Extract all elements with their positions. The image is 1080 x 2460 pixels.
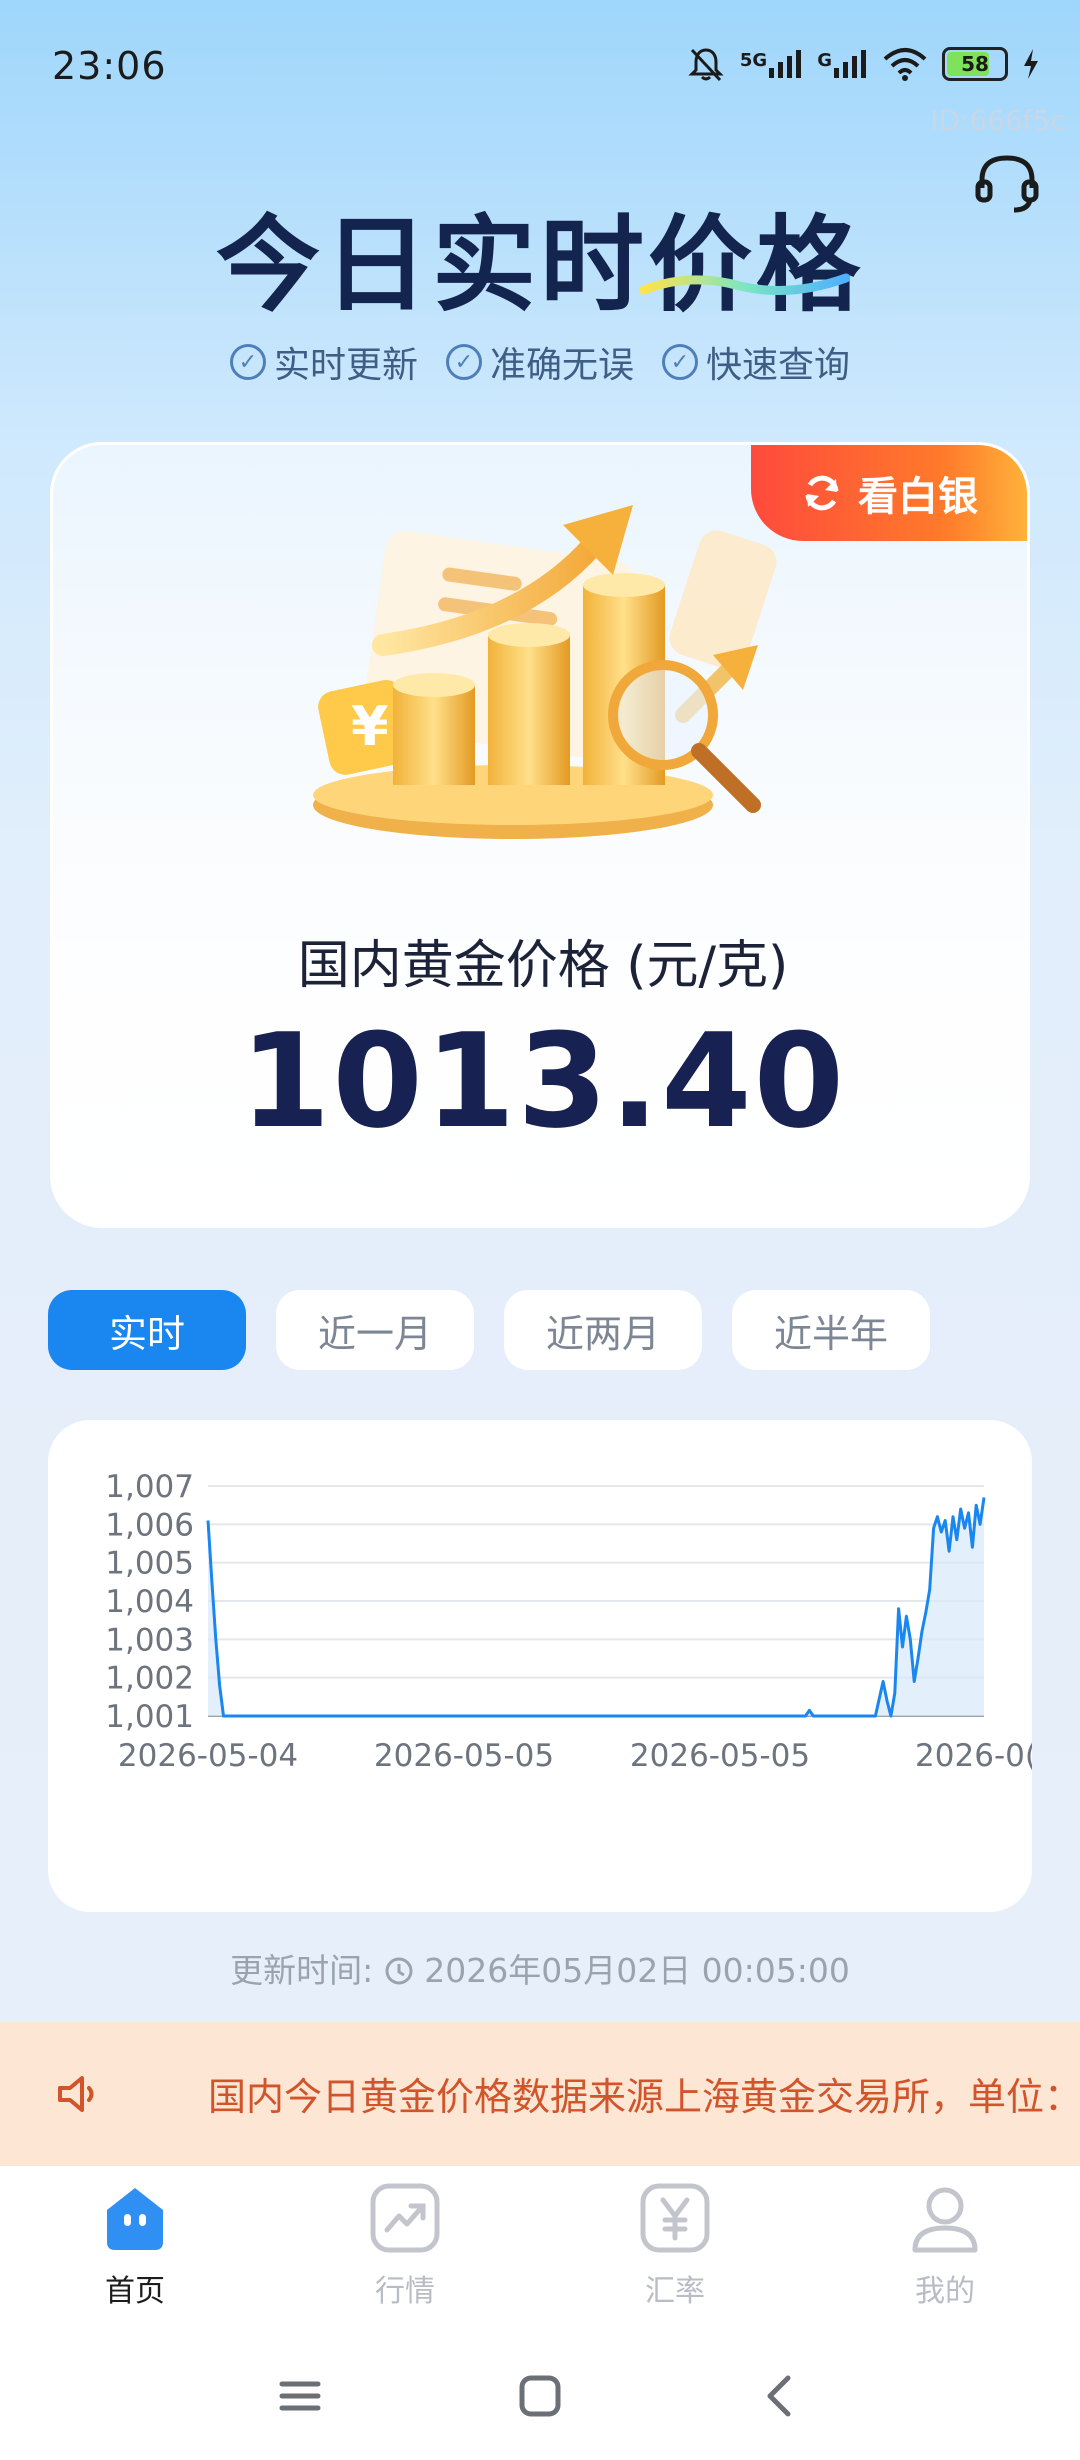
yen-icon — [640, 2183, 710, 2253]
notice-text: 国内今日黄金价格数据来源上海黄金交易所，单位：元/克 — [208, 2075, 1080, 2119]
y-tick-label: 1,005 — [105, 1546, 194, 1582]
x-tick-label: 2026-0( — [915, 1738, 1032, 1774]
series-area — [208, 1497, 984, 1716]
tab-two-months[interactable]: 近两月 — [504, 1290, 702, 1370]
update-time-label: 更新时间: — [230, 1951, 374, 1990]
nav-label: 首页 — [105, 2274, 165, 2309]
check-circle-icon: ✓ — [445, 344, 482, 380]
price-label: 国内黄金价格 (元/克) — [297, 936, 789, 996]
check-circle-icon: ✓ — [662, 344, 698, 380]
nav-label: 汇率 — [645, 2274, 705, 2309]
x-tick-label: 2026-05-05 — [374, 1738, 554, 1774]
y-tick-label: 1,001 — [105, 1699, 194, 1735]
y-tick-label: 1,006 — [105, 1507, 194, 1543]
home-square-icon[interactable] — [510, 2366, 570, 2426]
nav-home[interactable]: 首页 — [0, 2166, 270, 2336]
signal-5g-icon: 5G — [740, 50, 803, 78]
hero-title: 今日实时价格 — [215, 204, 864, 326]
clock-icon — [385, 1957, 413, 1985]
update-time-value: 2026年05月02日 00:05:00 — [424, 1951, 850, 1990]
system-nav-bar — [0, 2336, 1080, 2460]
nav-label: 我的 — [915, 2274, 975, 2309]
device-id: ID:666f5c — [930, 104, 1066, 137]
menu-icon[interactable] — [270, 2366, 330, 2426]
hero-tag: ✓ 快速查询 — [662, 336, 850, 388]
nav-market[interactable]: 行情 — [270, 2166, 540, 2336]
price-chart-card: 1,007 1,006 1,005 1,004 1,003 1,002 1,001 2026-… — [48, 1420, 1032, 1912]
y-tick-label: 1,004 — [105, 1584, 194, 1620]
home-icon — [107, 2188, 163, 2250]
speaker-icon — [58, 2076, 94, 2112]
y-tick-label: 1,002 — [105, 1661, 194, 1697]
svg-text:¥: ¥ — [351, 695, 389, 758]
nav-exchange-rate[interactable]: 汇率 — [540, 2166, 810, 2336]
back-icon[interactable] — [750, 2366, 810, 2426]
period-tabs: 实时 近一月 近两月 近半年 — [48, 1290, 930, 1370]
nav-label: 行情 — [375, 2274, 435, 2309]
x-tick-label: 2026-05-04 — [118, 1738, 298, 1774]
y-tick-label: 1,003 — [105, 1622, 194, 1658]
tab-realtime[interactable]: 实时 — [48, 1290, 246, 1370]
series-line — [206, 1497, 986, 1718]
price-chart[interactable]: 1,0071,0061,0051,0041,0031,0021,0012026-… — [48, 1420, 1032, 1912]
gold-price-card: 看白银 ¥ 国内黄金价格 (元/克) 1013.40 — [50, 442, 1030, 1228]
title-squiggle-decoration — [640, 273, 850, 295]
tab-one-month[interactable]: 近一月 — [276, 1290, 474, 1370]
nav-profile[interactable]: 我的 — [810, 2166, 1080, 2336]
signal-g-icon: G — [817, 50, 868, 78]
user-icon — [912, 2187, 978, 2253]
gold-chart-illustration: ¥ — [313, 505, 777, 839]
status-time: 23:06 — [52, 44, 167, 88]
mute-bell-icon — [688, 48, 724, 82]
check-circle-icon: ✓ — [229, 344, 266, 380]
charging-icon — [1024, 49, 1038, 79]
hero-tags: ✓ 实时更新 ✓ 准确无误 ✓ 快速查询 — [0, 336, 1080, 388]
wifi-icon — [883, 48, 927, 81]
battery-icon: 58 — [942, 47, 1008, 81]
hero-tag: ✓ 实时更新 — [229, 336, 418, 388]
y-tick-label: 1,007 — [105, 1469, 194, 1505]
trend-icon — [370, 2183, 440, 2253]
notice-bar: 国内今日黄金价格数据来源上海黄金交易所，单位：元/克 — [0, 2022, 1080, 2166]
status-icons: 5G G 58 — [686, 44, 1040, 84]
gold-price-value: 1013.40 — [239, 1005, 847, 1157]
x-tick-label: 2026-05-05 — [630, 1738, 810, 1774]
update-time: 更新时间: 2026年05月02日 00:05:00 — [0, 1944, 1080, 1992]
hero-tag: ✓ 准确无误 — [445, 336, 634, 388]
tab-half-year[interactable]: 近半年 — [732, 1290, 930, 1370]
bottom-nav: 首页 行情 汇率 我的 — [0, 2166, 1080, 2336]
